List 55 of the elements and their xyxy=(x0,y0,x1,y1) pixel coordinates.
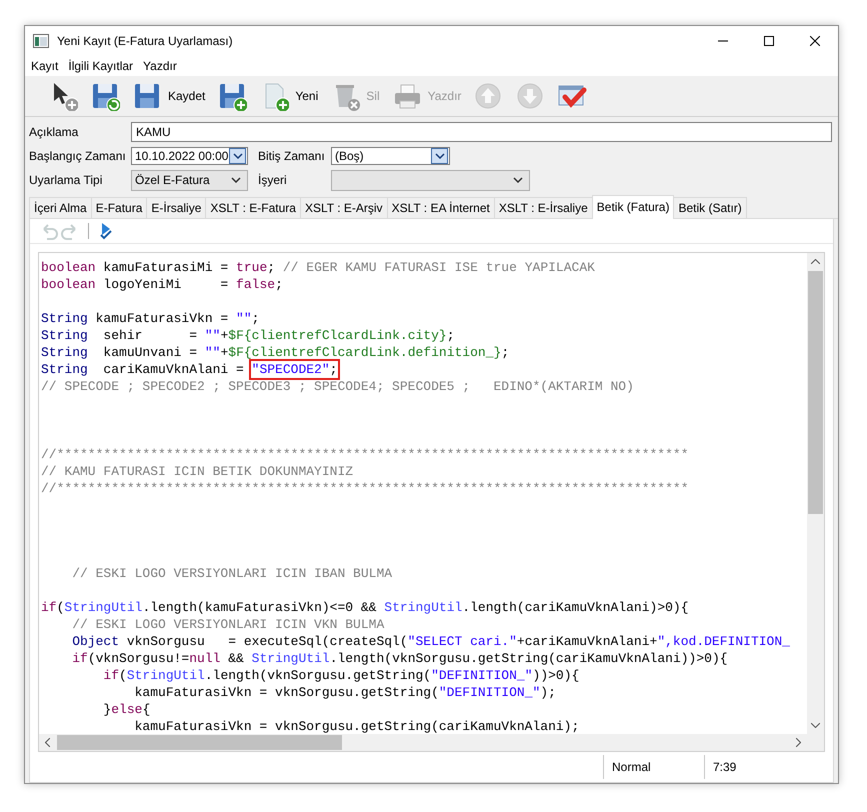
field-label: Başlangıç Zamanı xyxy=(29,149,127,163)
tab[interactable]: Betik (Satır) xyxy=(673,197,747,218)
toolbar-button[interactable]: Yeni xyxy=(256,79,322,113)
status-text: 7:39 xyxy=(704,755,823,779)
chevron-down-icon xyxy=(434,153,444,159)
code-line: boolean kamuFaturasiMi = true; // EGER KAMU FATURASI ISE true YAPILACAK xyxy=(41,259,596,276)
code-line: Object vknSorgusu = executeSql(createSql("SELECT cari."+cariKamuVknAlani+",kod.DEFINITION_ xyxy=(71,633,791,650)
code-line: String sehir = ""+$F{clientrefClcardLink.city}; xyxy=(41,327,456,344)
code-line: kamuFaturasiVkn = vknSorgusu.getString(cariKamuVknAlani); xyxy=(134,718,580,734)
maximize-icon xyxy=(764,36,774,46)
dropdown[interactable]: Özel E-Fatura xyxy=(131,170,248,190)
code-line: // ESKI LOGO VERSIYONLARI ICIN IBAN BULMA xyxy=(71,565,394,582)
floppy-save-icon xyxy=(132,81,162,111)
tab[interactable]: Betik (Fatura) xyxy=(592,195,674,219)
date-dropdown[interactable]: (Boş) xyxy=(331,147,450,165)
menu-item[interactable]: İlgili Kayıtlar xyxy=(66,59,140,73)
field-label: Açıklama xyxy=(29,125,80,139)
scroll-up-icon xyxy=(811,259,820,264)
tab[interactable]: İçeri Alma xyxy=(29,197,92,218)
code-line: String kamuFaturasiVkn = ""; xyxy=(41,310,260,327)
code-line: //********************************************************************************* xyxy=(41,446,690,463)
field-label: Uyarlama Tipi xyxy=(29,173,104,187)
chevron-down-icon xyxy=(513,177,523,183)
floppy-refresh-icon xyxy=(90,81,120,111)
chevron-down-icon xyxy=(232,153,242,159)
scroll-right-icon xyxy=(796,738,801,747)
code-line: // KAMU FATURASI ICIN BETIK DOKUNMAYINIZ xyxy=(41,463,354,480)
code-line: if(StringUtil.length(vknSorgusu.getString("DEFINITION_"))>0){ xyxy=(102,667,580,684)
date-dropdown[interactable]: 10.10.2022 00:00 xyxy=(131,147,248,165)
code-line: if(StringUtil.length(kamuFaturasiVkn)<=0 && StringUtil.length(cariKamuVknAlani)>0){ xyxy=(41,599,690,616)
scroll-down-icon xyxy=(811,723,820,728)
floppy-add-icon xyxy=(217,81,248,111)
code-line: if(vknSorgusu!=null && StringUtil.length(vknSorgusu.getString(cariKamuVknAlani))>0){ xyxy=(71,650,729,667)
window-title: Yeni Kayıt (E-Fatura Uyarlaması) xyxy=(57,34,234,48)
input-field[interactable]: KAMU xyxy=(131,122,832,142)
code-line: String cariKamuVknAlani = "SPECODE2"; xyxy=(41,361,807,378)
field-label: İşyeri xyxy=(258,173,288,187)
code-line: //********************************************************************************* xyxy=(41,480,690,497)
menu-item[interactable]: Yazdır xyxy=(141,59,183,73)
horizontal-scrollbar[interactable] xyxy=(39,734,807,751)
menu-item[interactable]: Kayıt xyxy=(29,59,64,73)
field-label: Bitiş Zamanı xyxy=(258,149,326,163)
chevron-down-icon xyxy=(231,177,241,183)
code-line: // ESKI LOGO VERSIYONLARI ICIN VKN BULMA xyxy=(71,616,386,633)
close-icon xyxy=(810,36,820,46)
status-text: Normal xyxy=(603,755,704,779)
code-line: String kamuUnvani = ""+$F{clientrefClcardLink.definition_}; xyxy=(41,344,510,361)
code-line: boolean logoYeniMi = false; xyxy=(41,276,284,293)
code-line: // SPECODE ; SPECODE2 ; SPECODE3 ; SPECODE4; SPECODE5 ; EDINO*(AKTARIM NO) xyxy=(41,378,635,395)
toolbar-button[interactable]: Kaydet xyxy=(129,79,208,113)
vertical-scrollbar[interactable] xyxy=(807,253,824,734)
app-window-icon xyxy=(33,34,49,48)
code-line: }else{ xyxy=(102,701,152,718)
scroll-left-icon xyxy=(45,738,50,747)
code-line: kamuFaturasiVkn = vknSorgusu.getString("DEFINITION_"); xyxy=(134,684,557,701)
